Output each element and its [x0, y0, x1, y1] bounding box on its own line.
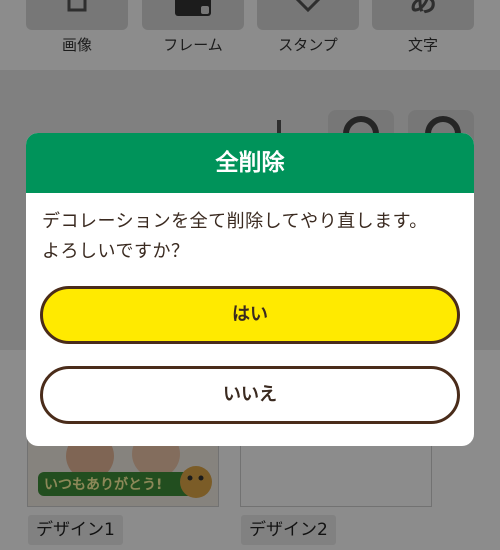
dialog-message-line-2: よろしいですか？	[42, 241, 190, 262]
dialog-message-line-1: デコレーションを全て削除してやり直します。	[42, 211, 428, 232]
dialog-message: デコレーションを全て削除してやり直します。 よろしいですか？	[42, 207, 462, 267]
dialog-title: 全削除	[26, 133, 474, 193]
delete-all-dialog: 全削除 デコレーションを全て削除してやり直します。 よろしいですか？ はい いい…	[26, 133, 474, 446]
yes-button[interactable]: はい	[40, 286, 460, 344]
no-button[interactable]: いいえ	[40, 366, 460, 424]
